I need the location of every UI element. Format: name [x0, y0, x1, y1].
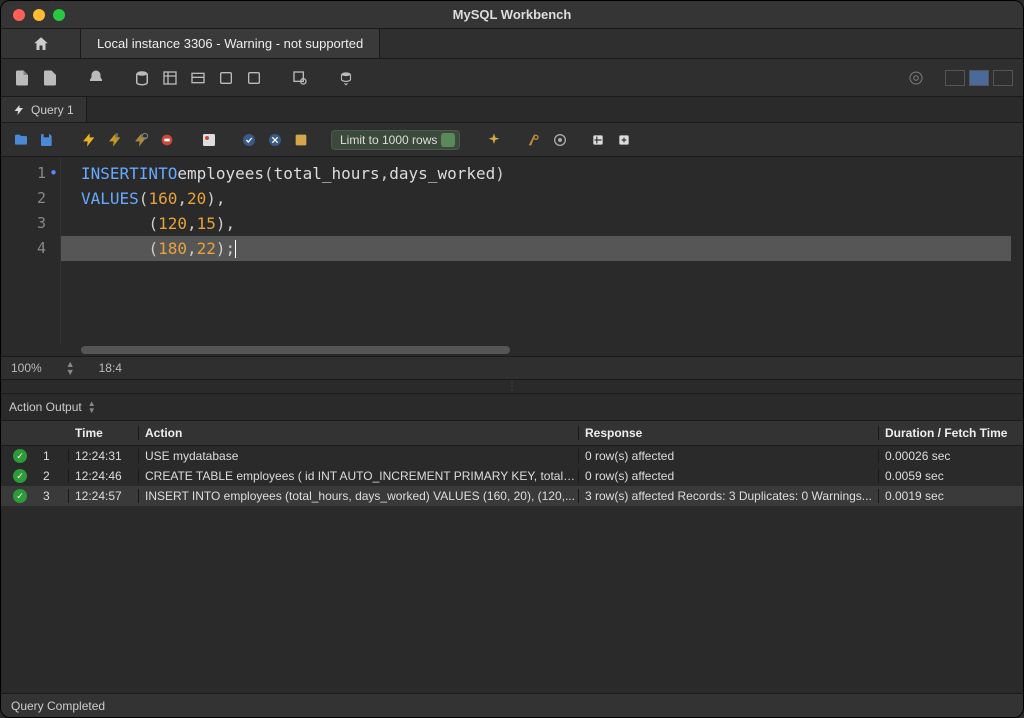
- output-table-header: Time Action Response Duration / Fetch Ti…: [1, 420, 1023, 446]
- col-action-header[interactable]: Action: [139, 426, 579, 440]
- query-tab[interactable]: Query 1: [1, 97, 87, 122]
- editor-toolbar: Limit to 1000 rows: [1, 123, 1023, 157]
- output-row[interactable]: ✓ 1 12:24:31 USE mydatabase 0 row(s) aff…: [1, 446, 1023, 466]
- query-tab-bar: Query 1: [1, 97, 1023, 123]
- create-table-icon[interactable]: [159, 67, 181, 89]
- toggle-limit-icon[interactable]: [291, 130, 311, 150]
- toggle-autocommit-icon[interactable]: [199, 130, 219, 150]
- maximize-window-button[interactable]: [53, 9, 65, 21]
- col-response-header[interactable]: Response: [579, 426, 879, 440]
- wrap-icon[interactable]: [588, 130, 608, 150]
- editor-horizontal-scrollbar[interactable]: [81, 344, 1013, 356]
- output-type-label[interactable]: Action Output: [9, 400, 82, 414]
- output-row[interactable]: ✓ 3 12:24:57 INSERT INTO employees (tota…: [1, 486, 1023, 506]
- output-dropdown-icon[interactable]: ▲▼: [88, 400, 96, 414]
- panel-splitter[interactable]: ⋮: [1, 380, 1023, 394]
- line-number: 3: [1, 211, 60, 236]
- beautify-icon[interactable]: [484, 130, 504, 150]
- col-duration-header[interactable]: Duration / Fetch Time: [879, 426, 1023, 440]
- connection-tab-bar: Local instance 3306 - Warning - not supp…: [1, 29, 1023, 59]
- footer-status-text: Query Completed: [11, 699, 105, 713]
- reconnect-icon[interactable]: [335, 67, 357, 89]
- new-sql-tab-icon[interactable]: [11, 67, 33, 89]
- connection-tab-label: Local instance 3306 - Warning - not supp…: [97, 36, 363, 51]
- home-icon: [32, 35, 50, 53]
- create-view-icon[interactable]: [187, 67, 209, 89]
- traffic-lights: [1, 9, 65, 21]
- toggle-right-panel-button[interactable]: [993, 70, 1013, 86]
- row-limit-label: Limit to 1000 rows: [340, 133, 437, 147]
- success-icon: ✓: [13, 469, 27, 483]
- connection-tab[interactable]: Local instance 3306 - Warning - not supp…: [81, 29, 380, 58]
- save-file-icon[interactable]: [37, 130, 57, 150]
- explain-icon[interactable]: [131, 130, 151, 150]
- create-function-icon[interactable]: [243, 67, 265, 89]
- commit-icon[interactable]: [239, 130, 259, 150]
- action-output-table: Time Action Response Duration / Fetch Ti…: [1, 420, 1023, 506]
- app-window: MySQL Workbench Local instance 3306 - Wa…: [0, 0, 1024, 718]
- line-number: 4: [1, 236, 60, 261]
- text-cursor: [235, 240, 236, 258]
- open-file-icon[interactable]: [11, 130, 31, 150]
- titlebar: MySQL Workbench: [1, 1, 1023, 29]
- toggle-left-panel-button[interactable]: [945, 70, 965, 86]
- open-sql-file-icon[interactable]: [39, 67, 61, 89]
- create-schema-icon[interactable]: [131, 67, 153, 89]
- search-table-data-icon[interactable]: [289, 67, 311, 89]
- bolt-icon: [13, 104, 25, 116]
- zoom-level[interactable]: 100%: [11, 361, 42, 375]
- invisible-chars-icon[interactable]: [550, 130, 570, 150]
- line-number: 1: [1, 161, 60, 186]
- success-icon: ✓: [13, 489, 27, 503]
- row-limit-select[interactable]: Limit to 1000 rows: [331, 130, 460, 150]
- line-gutter: 1 2 3 4: [1, 157, 61, 344]
- editor-status-bar: 100% ▲▼ 18:4: [1, 356, 1023, 380]
- create-procedure-icon[interactable]: [215, 67, 237, 89]
- code-area[interactable]: INSERT INTO employees (total_hours, days…: [61, 157, 1023, 344]
- home-tab[interactable]: [1, 29, 81, 58]
- line-number: 2: [1, 186, 60, 211]
- success-icon: ✓: [13, 449, 27, 463]
- col-time-header[interactable]: Time: [69, 426, 139, 440]
- settings-icon[interactable]: [905, 67, 927, 89]
- output-panel-header: Action Output ▲▼: [1, 394, 1023, 420]
- snippets-icon[interactable]: [614, 130, 634, 150]
- sql-editor[interactable]: programguru.org 1 2 3 4 INSERT INTO empl…: [1, 157, 1023, 344]
- stop-icon[interactable]: [157, 130, 177, 150]
- inspector-icon[interactable]: [85, 67, 107, 89]
- execute-icon[interactable]: [79, 130, 99, 150]
- zoom-updown-icon[interactable]: ▲▼: [66, 360, 75, 376]
- rollback-icon[interactable]: [265, 130, 285, 150]
- footer-status-bar: Query Completed: [1, 693, 1023, 717]
- cursor-position: 18:4: [99, 361, 122, 375]
- execute-current-icon[interactable]: [105, 130, 125, 150]
- output-row[interactable]: ✓ 2 12:24:46 CREATE TABLE employees ( id…: [1, 466, 1023, 486]
- close-window-button[interactable]: [13, 9, 25, 21]
- minimize-window-button[interactable]: [33, 9, 45, 21]
- query-tab-label: Query 1: [31, 103, 74, 117]
- find-icon[interactable]: [524, 130, 544, 150]
- main-toolbar: [1, 59, 1023, 97]
- window-title: MySQL Workbench: [1, 7, 1023, 22]
- toggle-bottom-panel-button[interactable]: [969, 70, 989, 86]
- scrollbar-thumb[interactable]: [81, 346, 510, 354]
